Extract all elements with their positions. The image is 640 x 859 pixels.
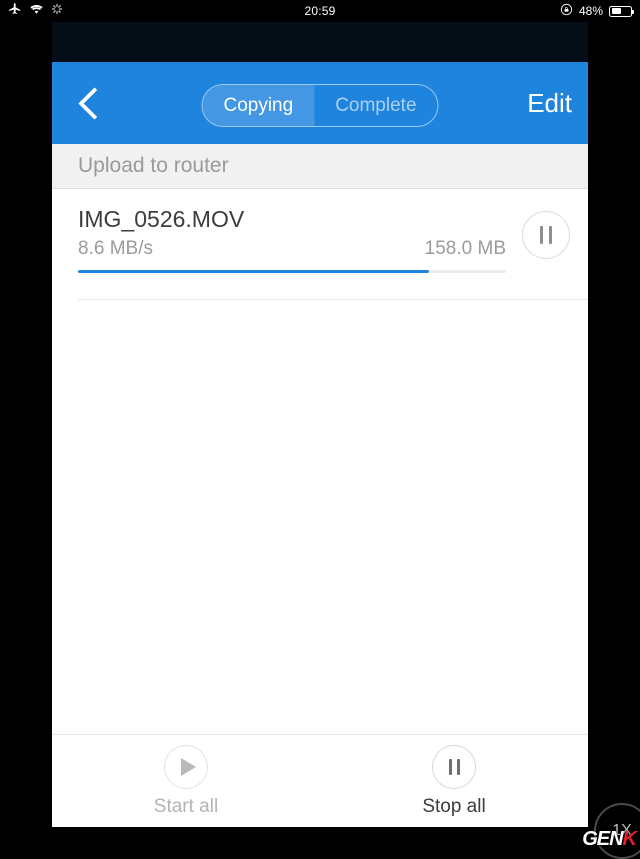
- segment-copying-label: Copying: [223, 94, 294, 116]
- status-bar-right-group: 48%: [560, 0, 634, 22]
- transfer-size: 158.0 MB: [424, 238, 506, 259]
- pause-bar-left: [448, 758, 452, 775]
- battery-level-fill: [611, 8, 621, 14]
- genk-watermark: GENK: [582, 828, 637, 851]
- progress-bar-fill: [78, 270, 429, 273]
- edit-button[interactable]: Edit: [527, 62, 572, 144]
- rotation-lock-icon: [560, 3, 573, 19]
- transfer-speed: 8.6 MB/s: [78, 238, 153, 259]
- watermark-prefix: GEN: [582, 828, 623, 850]
- device-top-inset: [52, 22, 588, 62]
- list-item[interactable]: IMG_0526.MOV 8.6 MB/s 158.0 MB: [52, 189, 588, 300]
- transfer-list: IMG_0526.MOV 8.6 MB/s 158.0 MB: [52, 189, 588, 300]
- back-button[interactable]: [66, 62, 122, 144]
- battery-icon: [609, 5, 634, 17]
- section-header: Upload to router: [52, 144, 588, 189]
- chevron-left-icon: [77, 86, 111, 120]
- segment-complete-label: Complete: [335, 94, 417, 116]
- edit-button-label: Edit: [527, 87, 572, 118]
- watermark-suffix: K: [622, 828, 637, 850]
- transfer-state-segmented-control[interactable]: Copying Complete: [201, 84, 439, 127]
- pause-bar-right: [456, 758, 460, 775]
- segment-complete[interactable]: Complete: [314, 85, 437, 126]
- pause-icon-bar-right: [549, 226, 552, 244]
- stop-all-label: Stop all: [422, 795, 486, 817]
- bottom-toolbar: Start all Stop all: [52, 734, 588, 827]
- pause-icon: [432, 744, 476, 789]
- section-header-label: Upload to router: [78, 154, 229, 177]
- navigation-bar: Copying Complete Edit: [52, 62, 588, 144]
- battery-percent-label: 48%: [578, 4, 603, 18]
- play-icon: [164, 744, 208, 789]
- clock-text: 20:59: [304, 4, 336, 18]
- pause-icon-bar-left: [540, 226, 543, 244]
- stop-all-button[interactable]: Stop all: [320, 735, 588, 827]
- pause-transfer-button[interactable]: [522, 211, 570, 259]
- ios-status-bar: 20:59 48%: [0, 0, 640, 22]
- transfer-meta: 8.6 MB/s 158.0 MB: [78, 238, 506, 260]
- start-all-button[interactable]: Start all: [52, 735, 320, 827]
- segment-copying[interactable]: Copying: [202, 85, 315, 126]
- progress-bar: [78, 270, 506, 273]
- app-viewport: Copying Complete Edit Upload to router I…: [52, 22, 588, 827]
- play-triangle: [180, 757, 196, 776]
- file-name: IMG_0526.MOV: [78, 206, 245, 232]
- status-bar-clock: 20:59: [0, 0, 640, 22]
- start-all-label: Start all: [153, 795, 219, 817]
